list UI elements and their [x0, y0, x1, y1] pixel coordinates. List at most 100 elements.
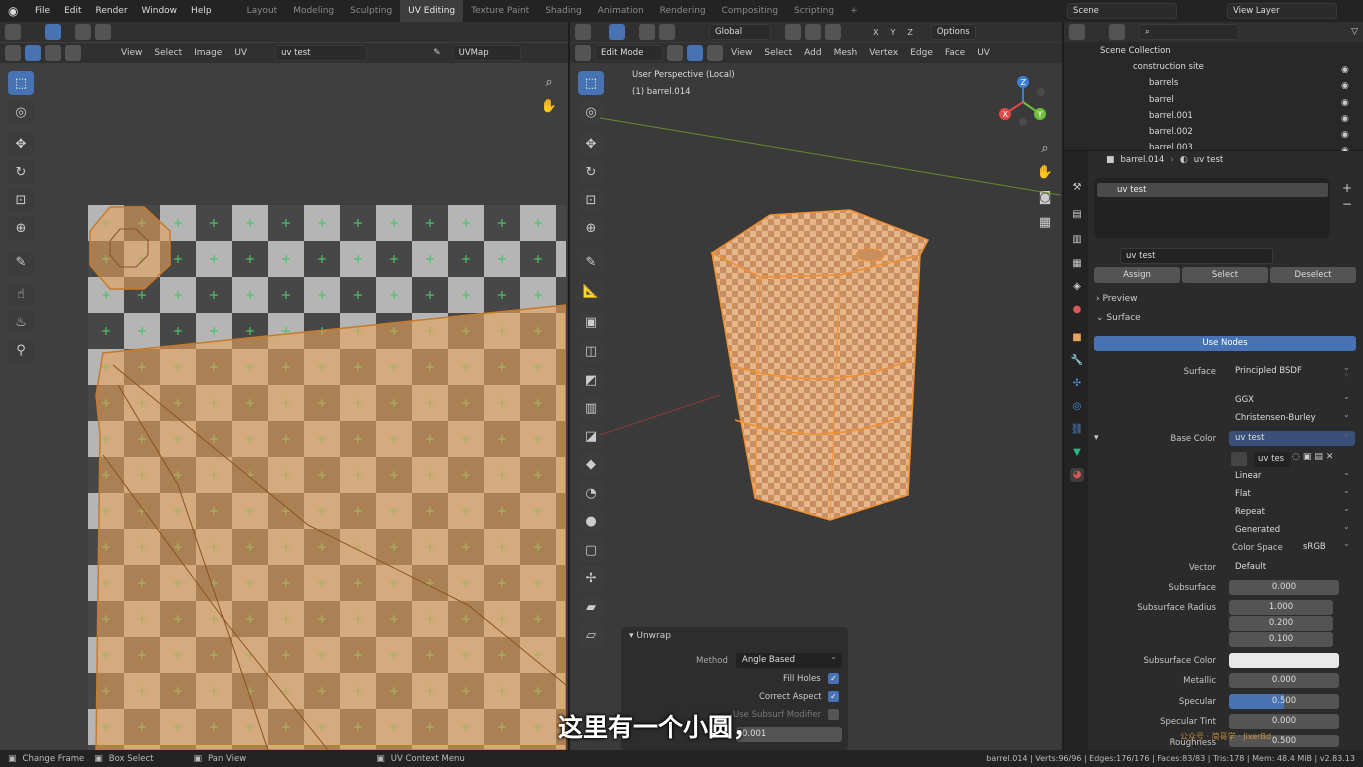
uv-select-box-tool[interactable]: ⬚: [8, 71, 34, 95]
visibility-eye-icon[interactable]: ◉◉◉◉◉◉: [1341, 62, 1349, 160]
breadcrumb-object[interactable]: barrel.014: [1121, 155, 1165, 165]
uv-transform-tool[interactable]: ⊕: [8, 216, 34, 240]
menu-render[interactable]: Render: [89, 6, 135, 16]
vp-menu-mesh[interactable]: Mesh: [830, 48, 862, 58]
constraints-tab-icon[interactable]: ⛓: [1070, 423, 1084, 437]
image-browse-icon[interactable]: [1231, 452, 1247, 466]
outliner-item[interactable]: construction site: [1133, 62, 1204, 72]
base-color-texture[interactable]: uv test: [1229, 431, 1355, 446]
image-selector[interactable]: uv test: [275, 45, 368, 61]
tab-modeling[interactable]: Modeling: [285, 0, 342, 22]
render-tab-icon[interactable]: ▤: [1070, 208, 1084, 222]
mirror-y[interactable]: Y: [886, 28, 899, 37]
uv-menu-view[interactable]: View: [117, 48, 146, 58]
menu-file[interactable]: File: [28, 6, 57, 16]
vp-menu-vertex[interactable]: Vertex: [865, 48, 902, 58]
preview-panel-header[interactable]: › Preview: [1096, 294, 1138, 304]
uv-island-side[interactable]: [95, 304, 566, 750]
vp-select-tool[interactable]: ⬚: [578, 71, 604, 95]
breadcrumb-material[interactable]: uv test: [1194, 155, 1223, 165]
viewport-type-icon[interactable]: [575, 45, 591, 61]
tab-layout[interactable]: Layout: [239, 0, 286, 22]
physics-tab-icon[interactable]: ◎: [1070, 400, 1084, 414]
method-dropdown[interactable]: Angle Based: [736, 650, 842, 668]
viewport-editor-type-icon[interactable]: [575, 24, 591, 40]
snap-icon[interactable]: [805, 24, 821, 40]
surface-shader-dropdown[interactable]: Principled BSDF: [1229, 361, 1355, 379]
vp-menu-select[interactable]: Select: [760, 48, 796, 58]
socket-dot-icons[interactable]: ◦ ◦: [1344, 366, 1349, 446]
object-tab-icon[interactable]: ■: [1070, 331, 1084, 345]
outliner-item[interactable]: barrels: [1149, 78, 1178, 88]
mirror-x[interactable]: X: [869, 28, 882, 37]
particles-tab-icon[interactable]: ✣: [1070, 377, 1084, 391]
menu-help[interactable]: Help: [184, 6, 219, 16]
tab-rendering[interactable]: Rendering: [652, 0, 714, 22]
editor-type-icon[interactable]: [5, 24, 21, 40]
barrel-mesh[interactable]: [600, 105, 1060, 625]
blender-logo-icon[interactable]: ◉: [8, 4, 22, 18]
color-space-dropdown[interactable]: sRGB: [1297, 537, 1355, 555]
vp-menu-face[interactable]: Face: [941, 48, 969, 58]
menu-window[interactable]: Window: [135, 6, 185, 16]
orientation-selector[interactable]: Global: [709, 24, 771, 40]
outliner-item[interactable]: barrel.003: [1149, 143, 1193, 149]
tab-shading[interactable]: Shading: [537, 0, 590, 22]
assign-button[interactable]: Assign: [1094, 267, 1180, 283]
material-name-field[interactable]: uv test: [1120, 248, 1273, 264]
tab-uv-editing[interactable]: UV Editing: [400, 0, 464, 22]
subsurface-radius-y[interactable]: 0.200: [1229, 616, 1333, 631]
specular-tint-field[interactable]: 0.000: [1229, 714, 1339, 729]
correct-aspect-checkbox[interactable]: ✓: [828, 691, 839, 702]
select-mode-icon[interactable]: [75, 24, 91, 40]
pivot-icon[interactable]: [785, 24, 801, 40]
outliner-item[interactable]: barrel.001: [1149, 111, 1193, 121]
vp-menu-uv[interactable]: UV: [973, 48, 994, 58]
uv-pan-icon[interactable]: ✋: [536, 94, 562, 118]
tab-sculpting[interactable]: Sculpting: [342, 0, 400, 22]
uv-pinch-tool[interactable]: ⚲: [8, 338, 34, 362]
deselect-button[interactable]: Deselect: [1270, 267, 1356, 283]
vector-field[interactable]: Default: [1229, 560, 1339, 575]
uv-rotate-tool[interactable]: ↻: [8, 160, 34, 184]
projection-dropdown[interactable]: Flat: [1229, 484, 1355, 502]
vp-menu-view[interactable]: View: [727, 48, 756, 58]
tab-scripting[interactable]: Scripting: [786, 0, 842, 22]
uv-scale-tool[interactable]: ⊡: [8, 188, 34, 212]
image-name-field[interactable]: uv tes: [1254, 452, 1290, 467]
outliner-type-icon[interactable]: [1069, 24, 1085, 40]
uv-zoom-icon[interactable]: ⌕: [536, 70, 562, 94]
uv-cursor-tool[interactable]: ◎: [8, 100, 34, 124]
specular-slider[interactable]: 0.500: [1229, 694, 1339, 709]
modifier-tab-icon[interactable]: 🔧: [1070, 354, 1084, 368]
proportional-icon[interactable]: [825, 24, 841, 40]
uv-sync-icon[interactable]: [5, 45, 21, 61]
vp-rip-tool[interactable]: ▱: [578, 623, 604, 647]
scene-tab-icon[interactable]: ◈: [1070, 280, 1084, 294]
face-select-icon[interactable]: [65, 45, 81, 61]
scene-selector[interactable]: Scene: [1067, 3, 1177, 19]
uv-menu-select[interactable]: Select: [150, 48, 186, 58]
viewport-mode-icon[interactable]: [639, 24, 655, 40]
tab-texture-paint[interactable]: Texture Paint: [463, 0, 537, 22]
subsurf-checkbox[interactable]: [828, 709, 839, 720]
outliner-item[interactable]: barrel: [1149, 95, 1174, 105]
subsurface-radius-z[interactable]: 0.100: [1229, 632, 1333, 647]
view-layer-tab-icon[interactable]: ▦: [1070, 257, 1084, 271]
use-nodes-button[interactable]: Use Nodes: [1094, 336, 1356, 351]
image-actions-icons[interactable]: ◌▣▤✕: [1292, 452, 1336, 462]
vert-mode-icon[interactable]: [667, 45, 683, 61]
mirror-z[interactable]: Z: [903, 28, 916, 37]
uv-move-tool[interactable]: ✥: [8, 132, 34, 156]
tab-compositing[interactable]: Compositing: [714, 0, 786, 22]
uv-menu-uv[interactable]: UV: [230, 48, 251, 58]
subsurface-method-dropdown[interactable]: Christensen-Burley: [1229, 408, 1355, 426]
material-slot-item[interactable]: uv test: [1097, 183, 1328, 197]
surface-panel-header[interactable]: ⌄ Surface: [1096, 313, 1141, 323]
vp-menu-edge[interactable]: Edge: [906, 48, 937, 58]
extension-dropdown[interactable]: Repeat: [1229, 502, 1355, 520]
uv-menu-image[interactable]: Image: [190, 48, 226, 58]
distribution-dropdown[interactable]: GGX: [1229, 390, 1355, 408]
outliner-scene-collection[interactable]: Scene Collection: [1100, 46, 1171, 56]
outliner-display-icon[interactable]: [1109, 24, 1125, 40]
